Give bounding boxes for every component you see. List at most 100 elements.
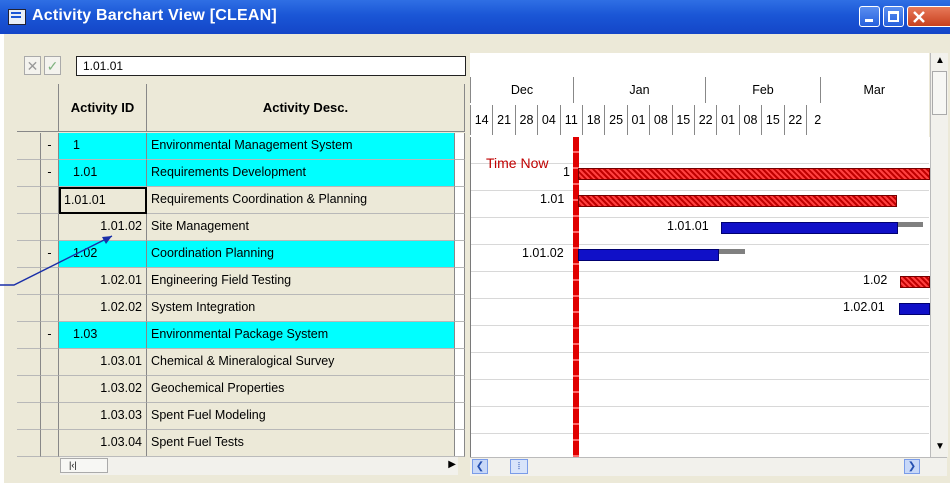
row-selector[interactable] [17,295,41,322]
activity-desc-cell[interactable]: Spent Fuel Tests [147,430,455,457]
gantt-row[interactable] [471,407,929,434]
scroll-left-button[interactable]: ❮ [472,459,488,474]
task-bar[interactable] [721,222,898,234]
expand-collapse-toggle[interactable] [41,187,59,214]
gantt-row[interactable] [471,380,929,407]
activity-id-cell[interactable]: 1.01.01 [59,187,147,214]
row-selector[interactable] [17,430,41,457]
activity-desc-cell[interactable]: Chemical & Mineralogical Survey [147,349,455,376]
expand-collapse-toggle[interactable]: - [41,322,59,349]
activity-id-cell[interactable]: 1.01.02 [59,214,147,241]
column-header-activity-id[interactable]: Activity ID [59,84,147,132]
chart-vertical-scrollbar[interactable]: ▲ ▼ [930,53,948,457]
cancel-edit-button[interactable]: ✕ [24,56,41,75]
activity-id-cell[interactable]: 1 [59,133,147,160]
row-selector[interactable] [17,376,41,403]
expand-collapse-toggle[interactable] [41,403,59,430]
next-column-cell[interactable] [455,268,465,295]
table-row[interactable]: -1.02 Coordination Planning [17,241,465,268]
activity-desc-cell[interactable]: Geochemical Properties [147,376,455,403]
row-selector[interactable] [17,403,41,430]
next-column-cell[interactable] [455,349,465,376]
next-column-cell[interactable] [455,241,465,268]
table-row[interactable]: -1.01 Requirements Development [17,160,465,187]
expand-collapse-toggle[interactable]: - [41,133,59,160]
table-row[interactable]: 1.03.01 Chemical & Mineralogical Survey [17,349,465,376]
next-column-cell[interactable] [455,430,465,457]
maximize-button[interactable] [883,6,904,27]
task-bar[interactable] [578,249,719,261]
activity-id-cell[interactable]: 1.02.02 [59,295,147,322]
activity-desc-cell[interactable]: Requirements Coordination & Planning [147,187,455,214]
activity-desc-cell[interactable]: System Integration [147,295,455,322]
activity-id-cell[interactable]: 1.02 [59,241,147,268]
next-column-cell[interactable] [455,187,465,214]
table-row[interactable]: 1.03.03 Spent Fuel Modeling [17,403,465,430]
table-row[interactable]: 1.03.04 Spent Fuel Tests [17,430,465,457]
table-row[interactable]: 1.03.02 Geochemical Properties [17,376,465,403]
row-selector[interactable] [17,160,41,187]
activity-id-cell[interactable]: 1.01 [59,160,147,187]
table-row[interactable]: -1.03 Environmental Package System [17,322,465,349]
row-selector[interactable] [17,349,41,376]
left-scroll-thumb[interactable]: |‹| [60,458,108,473]
table-row[interactable]: 1.01.01 Requirements Coordination & Plann… [17,187,465,214]
scroll-up-icon[interactable]: ▲ [935,55,945,66]
row-selector[interactable] [17,133,41,160]
expand-collapse-toggle[interactable] [41,430,59,457]
table-row[interactable]: -1 Environmental Management System [17,133,465,160]
expand-collapse-toggle[interactable] [41,268,59,295]
next-column-cell[interactable] [455,160,465,187]
next-column-cell[interactable] [455,214,465,241]
chart-horizontal-scrollbar[interactable]: ❮ ⦙ ❯ [470,457,947,476]
row-selector[interactable] [17,268,41,295]
expand-collapse-toggle[interactable]: - [41,160,59,187]
window-app-icon[interactable] [8,9,26,25]
activity-id-cell[interactable]: 1.02.01 [59,268,147,295]
scroll-right-button[interactable]: ❯ [904,459,920,474]
next-column-cell[interactable] [455,322,465,349]
expand-collapse-toggle[interactable]: - [41,241,59,268]
title-bar[interactable]: Activity Barchart View [CLEAN] [0,0,950,34]
vertical-scroll-thumb[interactable] [932,71,947,115]
activity-desc-cell[interactable]: Engineering Field Testing [147,268,455,295]
row-selector[interactable] [17,241,41,268]
gantt-row[interactable] [471,353,929,380]
activity-id-cell[interactable]: 1.03.02 [59,376,147,403]
next-column-cell[interactable] [455,133,465,160]
accept-edit-button[interactable]: ✓ [44,56,61,75]
expand-collapse-toggle[interactable] [41,349,59,376]
minimize-button[interactable] [859,6,880,27]
activity-desc-cell[interactable]: Environmental Package System [147,322,455,349]
expand-collapse-toggle[interactable] [41,295,59,322]
activity-desc-cell[interactable]: Spent Fuel Modeling [147,403,455,430]
summary-bar[interactable] [900,276,930,288]
activity-id-cell[interactable]: 1.03 [59,322,147,349]
expand-collapse-toggle[interactable] [41,376,59,403]
close-button[interactable] [907,6,950,27]
chart-scroll-thumb[interactable]: ⦙ [510,459,528,474]
table-row[interactable]: 1.01.02 Site Management [17,214,465,241]
table-row[interactable]: 1.02.01 Engineering Field Testing [17,268,465,295]
left-horizontal-scrollbar[interactable]: |‹| ▶ [60,456,458,475]
next-column-cell[interactable] [455,295,465,322]
activity-desc-cell[interactable]: Environmental Management System [147,133,455,160]
task-bar[interactable] [899,303,930,315]
row-selector[interactable] [17,214,41,241]
next-column-cell[interactable] [455,403,465,430]
row-selector[interactable] [17,322,41,349]
activity-id-cell[interactable]: 1.03.03 [59,403,147,430]
gantt-row[interactable] [471,272,929,299]
scroll-right-icon[interactable]: ▶ [448,459,456,470]
scroll-down-icon[interactable]: ▼ [935,441,945,452]
activity-desc-cell[interactable]: Requirements Development [147,160,455,187]
activity-desc-cell[interactable]: Coordination Planning [147,241,455,268]
next-column-cell[interactable] [455,376,465,403]
column-header-activity-desc[interactable]: Activity Desc. [147,84,465,132]
summary-bar[interactable] [578,168,930,180]
edit-value-field[interactable]: 1.01.01 [76,56,466,76]
activity-id-cell[interactable]: 1.03.04 [59,430,147,457]
expand-collapse-toggle[interactable] [41,214,59,241]
table-row[interactable]: 1.02.02 System Integration [17,295,465,322]
gantt-row[interactable] [471,326,929,353]
